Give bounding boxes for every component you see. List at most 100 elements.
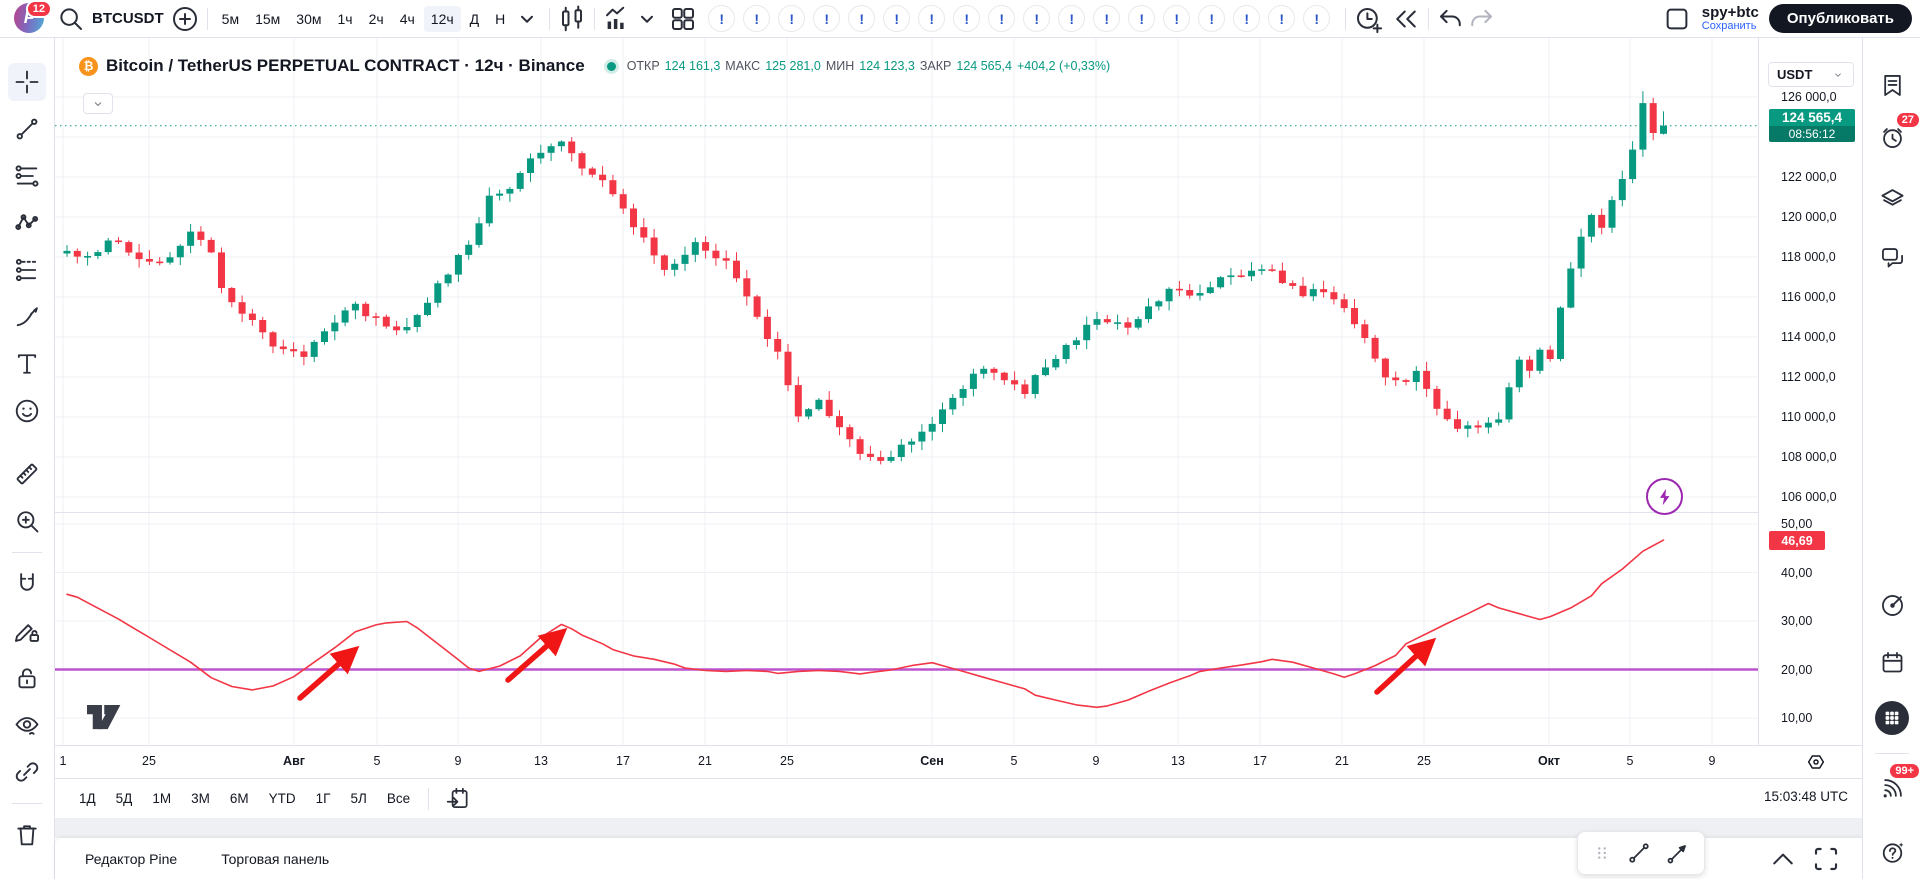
timeframe-1ч[interactable]: 1ч [331,6,360,32]
range-1Г[interactable]: 1Г [308,787,339,810]
toolbar-separator [549,7,551,30]
scales-settings-icon[interactable] [1805,751,1827,773]
brush-tool[interactable] [8,298,46,336]
range-1М[interactable]: 1М [144,787,179,810]
text-tool[interactable] [8,345,46,383]
drag-handle-icon[interactable] [1591,842,1613,864]
price-scale-column[interactable]: USDT 124 565,4 08:56:12 46,69 126 000,0 1… [1758,38,1862,745]
alerts-sidebar-button[interactable]: 27 [1875,113,1919,154]
broken-icon-placeholder[interactable]: ! [1093,5,1121,32]
price-chart-canvas[interactable] [55,38,1758,512]
indicator-canvas[interactable] [55,512,1758,745]
timeframe-row: 5м 15м 30м 1ч 2ч 4ч 12ч Д Н [215,5,513,32]
redo-button[interactable] [1466,4,1496,34]
broken-icon-placeholder[interactable]: ! [883,5,911,32]
range-3М[interactable]: 3М [183,787,218,810]
timeframe-Н[interactable]: Н [488,6,512,32]
indicators-button[interactable] [602,4,632,34]
timeframe-5м[interactable]: 5м [215,6,246,32]
ruler-tool[interactable] [8,455,46,493]
timeframe-Д[interactable]: Д [463,6,486,32]
app-logo[interactable]: F 12 [14,0,52,35]
broken-icon-placeholder[interactable]: ! [918,5,946,32]
utc-clock[interactable]: 15:03:48 UTC [1764,789,1848,804]
help-sidebar-button[interactable] [1875,835,1909,869]
currency-selector[interactable]: USDT [1768,62,1854,87]
undo-button[interactable] [1436,4,1466,34]
broken-icon-placeholder[interactable]: ! [988,5,1016,32]
broken-icon-placeholder[interactable]: ! [813,5,841,32]
timeframe-4ч[interactable]: 4ч [393,6,422,32]
broken-icon-placeholder[interactable]: ! [743,5,771,32]
broken-icon-placeholder[interactable]: ! [778,5,806,32]
broken-icon-placeholder[interactable]: ! [1198,5,1226,32]
broken-icon-placeholder[interactable]: ! [1058,5,1086,32]
broken-icon-placeholder[interactable]: ! [953,5,981,32]
range-5Д[interactable]: 5Д [108,787,141,810]
trading-panel-button[interactable]: Торговая панель [221,851,329,867]
pine-editor-button[interactable]: Редактор Pine [85,851,177,867]
arrow-tool-icon[interactable] [1665,840,1691,866]
xabcd-pattern-tool[interactable] [8,204,46,242]
timeframe-2ч[interactable]: 2ч [362,6,391,32]
instant-trading-zap-button[interactable] [1646,478,1683,515]
broken-icon-placeholder[interactable]: ! [1128,5,1156,32]
streams-sidebar-button[interactable]: 99+ [1875,764,1919,805]
chart-style-button[interactable] [557,4,587,34]
zoom-in-tool[interactable] [8,502,46,540]
time-tick: 5 [1010,754,1018,768]
broken-icon-placeholder[interactable]: ! [1303,5,1331,32]
range-YTD[interactable]: YTD [261,787,304,810]
range-5Л[interactable]: 5Л [342,787,374,810]
fullscreen-button[interactable] [1810,843,1842,875]
goto-date-button[interactable] [445,786,471,812]
broken-icon-placeholder[interactable]: ! [708,5,736,32]
layout-grid-button[interactable] [668,4,698,34]
save-layout-button[interactable]: spy+btc Сохранить [1702,5,1759,32]
magnet-tool[interactable] [8,565,46,603]
layout-select-button[interactable] [1662,4,1692,34]
symbol-title[interactable]: Bitcoin / TetherUS PERPETUAL CONTRACT · … [106,56,585,76]
watchlist-sidebar-button[interactable] [1875,68,1909,102]
chat-sidebar-button[interactable] [1875,240,1909,274]
bar-replay-button[interactable] [1391,4,1421,34]
apps-grid-sidebar-button[interactable] [1875,701,1909,735]
fib-retracement-tool[interactable] [8,157,46,195]
lock-tool[interactable] [8,659,46,697]
calendar-sidebar-button[interactable] [1875,645,1909,679]
broken-icon-placeholder[interactable]: ! [1023,5,1051,32]
publish-button[interactable]: Опубликовать [1768,4,1912,33]
timeframe-30м[interactable]: 30м [289,6,328,32]
timeframe-12ч[interactable]: 12ч [423,5,461,32]
crosshair-tool[interactable] [8,63,46,101]
indicators-chevron-icon[interactable] [632,4,662,34]
broken-icon-placeholder[interactable]: ! [1163,5,1191,32]
pane-divider[interactable] [55,512,1862,513]
logo-notification-badge: 12 [25,0,52,18]
trend-line-tool[interactable] [8,110,46,148]
legend-collapse-button[interactable] [83,93,113,114]
symbol-search-button[interactable]: BTCUSDT [56,4,164,34]
layers-sidebar-button[interactable] [1875,181,1909,215]
trash-tool[interactable] [8,816,46,854]
draw-lock-tool[interactable] [8,612,46,650]
create-alert-button[interactable] [1353,4,1383,34]
screener-sidebar-button[interactable] [1875,588,1909,622]
range-Все[interactable]: Все [379,787,418,810]
timeframe-15м[interactable]: 15м [248,6,287,32]
timeframe-menu-chevron-icon[interactable] [512,4,542,34]
broken-icon-placeholder[interactable]: ! [1268,5,1296,32]
forecast-tool[interactable] [8,251,46,289]
time-tick: Авг [283,754,305,768]
broken-icon-placeholder[interactable]: ! [848,5,876,32]
trend-line-tool-icon[interactable] [1626,840,1652,866]
compare-add-button[interactable] [170,4,200,34]
emoji-tool[interactable] [8,392,46,430]
panel-collapse-button[interactable] [1768,844,1798,874]
range-1Д[interactable]: 1Д [71,787,104,810]
range-6М[interactable]: 6М [222,787,257,810]
broken-icon-placeholder[interactable]: ! [1233,5,1261,32]
link-tool[interactable] [8,753,46,791]
time-axis[interactable]: 1 25 Авг 5 9 13 17 21 25 Сен 5 9 13 17 21 25 Окт 5 9 [55,745,1862,778]
eye-tool[interactable] [8,706,46,744]
